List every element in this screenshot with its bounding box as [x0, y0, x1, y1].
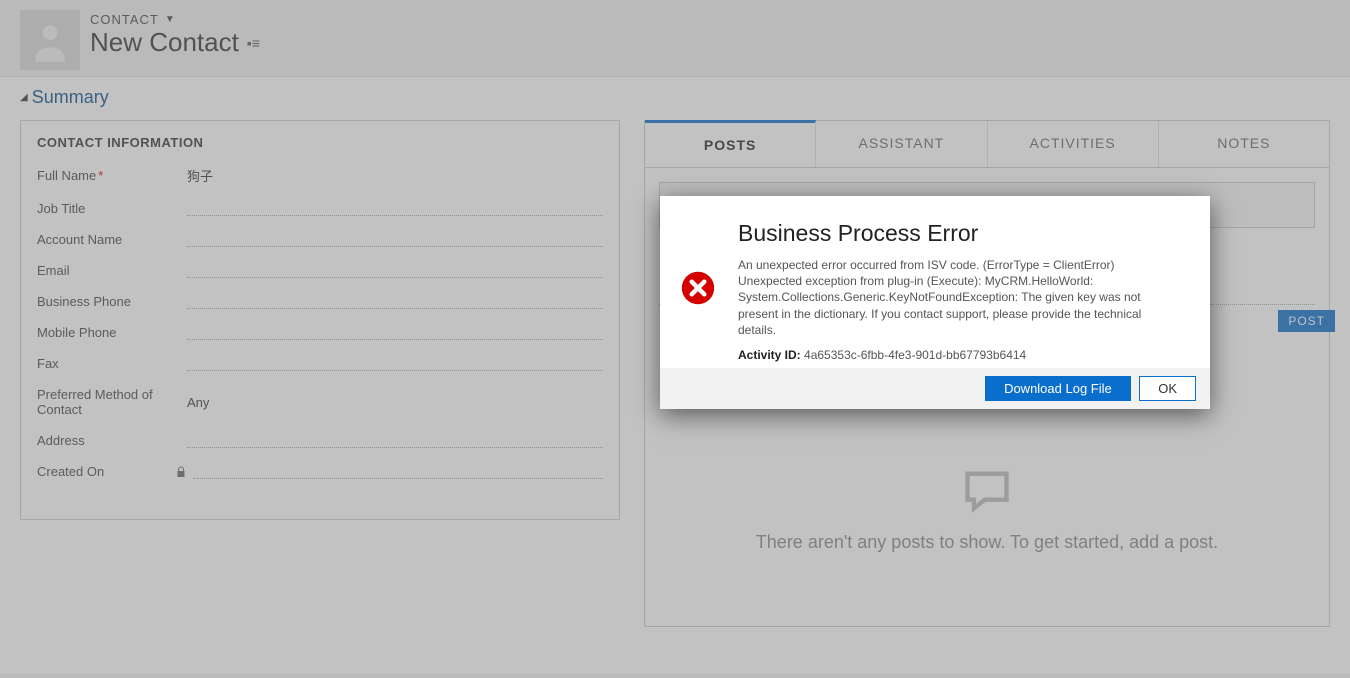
ok-button[interactable]: OK [1139, 376, 1196, 401]
download-log-button[interactable]: Download Log File [985, 376, 1131, 401]
dialog-title: Business Process Error [738, 220, 1180, 247]
activity-id-value: 4a65353c-6fbb-4fe3-901d-bb67793b6414 [804, 348, 1026, 362]
activity-id-label: Activity ID: [738, 348, 801, 362]
activity-id-line: Activity ID: 4a65353c-6fbb-4fe3-901d-bb6… [738, 348, 1180, 362]
error-icon [680, 270, 724, 362]
dialog-message: An unexpected error occurred from ISV co… [738, 257, 1180, 338]
error-dialog: Business Process Error An unexpected err… [660, 196, 1210, 409]
